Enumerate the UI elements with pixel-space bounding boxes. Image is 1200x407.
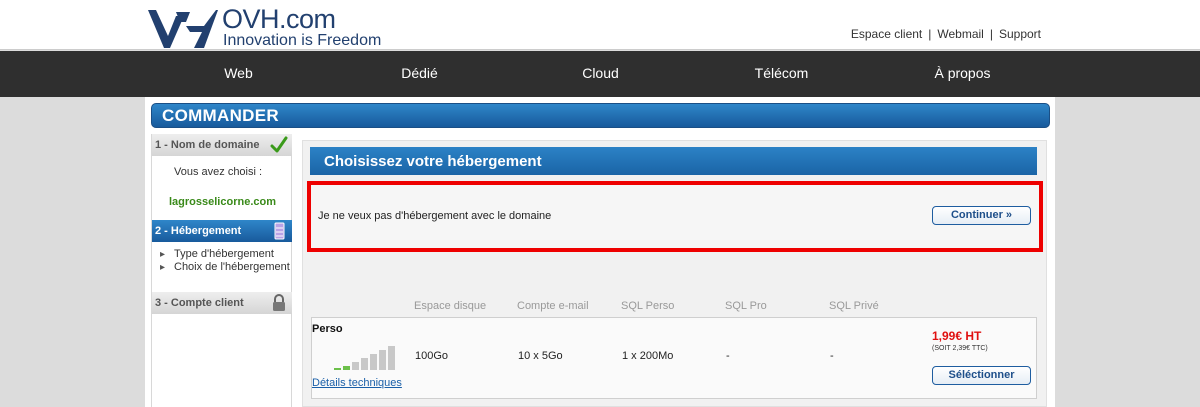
progress-bar-icon bbox=[274, 222, 285, 240]
chosen-label: Vous avez choisi : bbox=[174, 166, 263, 178]
order-steps-sidebar: 1 - Nom de domaine Vous avez choisi : la… bbox=[151, 134, 292, 407]
no-hosting-option: Je ne veux pas d'hébergement avec le dom… bbox=[307, 181, 1043, 252]
performance-bars-icon bbox=[334, 346, 395, 370]
substep-hosting-type[interactable]: Type d'hébergement bbox=[160, 248, 291, 261]
step-hosting[interactable]: 2 - Hébergement bbox=[152, 220, 292, 242]
continue-button[interactable]: Continuer » bbox=[932, 206, 1031, 225]
nav-item-cloud[interactable]: Cloud bbox=[510, 51, 691, 97]
checkmark-icon bbox=[270, 136, 288, 153]
lock-icon bbox=[273, 294, 285, 311]
nav-item-a-propos[interactable]: À propos bbox=[872, 51, 1053, 97]
brand-name: OVH.com bbox=[222, 4, 336, 34]
select-offer-button[interactable]: Séléctionner bbox=[932, 366, 1031, 385]
section-title: Choisissez votre hébergement bbox=[310, 147, 1037, 175]
commander-title: COMMANDER bbox=[162, 106, 279, 125]
column-header-disk: Espace disque bbox=[414, 300, 487, 312]
step-client-account[interactable]: 3 - Compte client bbox=[152, 292, 292, 314]
offer-sql-perso: 1 x 200Mo bbox=[622, 350, 674, 362]
support-link[interactable]: Support bbox=[994, 27, 1046, 41]
offer-email: 10 x 5Go bbox=[518, 350, 563, 362]
offer-price-ttc: (SOIT 2,39€ TTC) bbox=[932, 345, 988, 352]
no-hosting-text: Je ne veux pas d'hébergement avec le dom… bbox=[318, 210, 552, 222]
main-nav: Web Dédié Cloud Télécom À propos bbox=[0, 51, 1200, 97]
technical-details-link[interactable]: Détails techniques bbox=[312, 377, 402, 389]
column-header-email: Compte e-mail bbox=[517, 300, 589, 312]
offer-sql-pro: - bbox=[726, 350, 730, 362]
column-header-sql-perso: SQL Perso bbox=[621, 300, 675, 312]
ovh-logo-icon bbox=[148, 10, 218, 48]
espace-client-link[interactable]: Espace client bbox=[846, 27, 927, 41]
substep-hosting-choice[interactable]: Choix de l'hébergement bbox=[160, 261, 291, 274]
column-header-sql-pro: SQL Pro bbox=[725, 300, 767, 312]
nav-item-telecom[interactable]: Télécom bbox=[691, 51, 872, 97]
commander-bar: COMMANDER bbox=[151, 103, 1050, 128]
nav-item-web[interactable]: Web bbox=[148, 51, 329, 97]
hosting-substeps: Type d'hébergement Choix de l'hébergemen… bbox=[152, 242, 291, 292]
column-header-sql-prive: SQL Privé bbox=[829, 300, 879, 312]
brand-tagline: Innovation is Freedom bbox=[223, 32, 382, 49]
chosen-domain: lagrosselicorne.com bbox=[169, 196, 276, 208]
offer-disk: 100Go bbox=[415, 350, 449, 362]
ovh-logo[interactable]: OVH.com Innovation is Freedom bbox=[146, 4, 396, 49]
offer-sql-prive: - bbox=[830, 350, 834, 362]
webmail-link[interactable]: Webmail bbox=[932, 27, 988, 41]
step-domain-name[interactable]: 1 - Nom de domaine bbox=[152, 134, 292, 156]
offer-price: 1,99€ HT bbox=[932, 329, 982, 343]
step-label: 3 - Compte client bbox=[155, 297, 244, 309]
step-label: 1 - Nom de domaine bbox=[155, 139, 260, 151]
step-label: 2 - Hébergement bbox=[155, 225, 242, 237]
top-links: Espace client | Webmail | Support bbox=[846, 27, 1046, 41]
top-header: OVH.com Innovation is Freedom Espace cli… bbox=[0, 0, 1200, 50]
nav-item-dedie[interactable]: Dédié bbox=[329, 51, 510, 97]
offer-name: Perso bbox=[312, 323, 343, 335]
offer-perso: Perso 100Go 10 x 5Go 1 x 200Mo - - Détai… bbox=[311, 317, 1037, 399]
